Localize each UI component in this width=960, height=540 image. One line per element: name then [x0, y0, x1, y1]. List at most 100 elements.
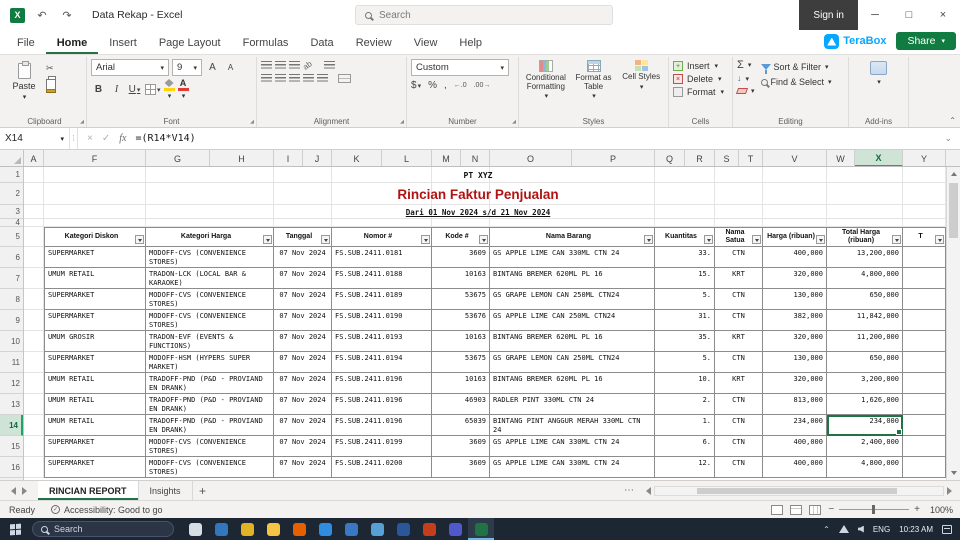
grid-cell[interactable]: 320,000 — [763, 268, 827, 289]
grid-cell[interactable]: FS.SUB.2411.0181 — [332, 247, 432, 268]
grid-cell[interactable] — [24, 227, 44, 247]
row-header-11[interactable]: 11 — [0, 352, 23, 373]
grid-cell[interactable]: MODOFF-CVS (CONVENIENCE STORES) — [146, 310, 274, 331]
increase-indent-button[interactable] — [317, 74, 328, 83]
grid-cell[interactable]: SUPERMARKET — [44, 289, 146, 310]
grid-cell[interactable]: 130,000 — [763, 289, 827, 310]
grid-cell[interactable]: 5. — [655, 289, 715, 310]
borders-button[interactable] — [145, 82, 161, 97]
grid-cell[interactable]: TRADON-LCK (LOCAL BAR & KARAOKE) — [146, 268, 274, 289]
grid-cell[interactable]: 07 Nov 2024 — [274, 310, 332, 331]
grid-cell[interactable]: TRADOFF-PND (P&D - PROVIAND EN DRANK) — [146, 415, 274, 436]
grid-cell[interactable] — [763, 167, 827, 183]
filter-button-tanggal[interactable] — [321, 235, 330, 244]
grid-cell[interactable]: 10163 — [432, 268, 490, 289]
column-header-V[interactable]: V — [763, 150, 827, 166]
grid-cell[interactable] — [44, 219, 146, 227]
grid-cell[interactable]: 4,800,000 — [827, 457, 903, 478]
grid-cell[interactable] — [715, 183, 763, 205]
grid-cell[interactable]: 10163 — [432, 331, 490, 352]
table-header-nomor[interactable]: Nomor # — [332, 227, 432, 247]
normal-view-button[interactable] — [771, 504, 784, 515]
grid-cell[interactable] — [24, 415, 44, 436]
grid-cell[interactable]: KRT — [715, 331, 763, 352]
grid-cell[interactable] — [24, 289, 44, 310]
vertical-scrollbar[interactable] — [946, 167, 960, 480]
column-header-O[interactable]: O — [490, 150, 572, 166]
grid-cell[interactable]: 4,800,000 — [827, 268, 903, 289]
sort-filter-button[interactable]: Sort & Filter — [760, 62, 832, 74]
grid-cell[interactable] — [763, 183, 827, 205]
grid-cell[interactable]: 07 Nov 2024 — [274, 352, 332, 373]
grid-cell[interactable]: 382,000 — [763, 310, 827, 331]
insert-function-button[interactable]: fx — [119, 133, 126, 144]
row-header-6[interactable]: 6 — [0, 247, 23, 268]
clipboard-dialog-launcher[interactable] — [80, 119, 84, 125]
grid-cell[interactable] — [655, 167, 715, 183]
wrap-text-button[interactable] — [323, 61, 335, 70]
grid-cell[interactable]: 15. — [655, 268, 715, 289]
grid-cell[interactable]: 2,400,000 — [827, 436, 903, 457]
grid-cell[interactable]: FS.SUB.2411.0196 — [332, 394, 432, 415]
terabox-button[interactable]: TeraBox — [824, 33, 886, 49]
redo-button[interactable]: ↷ — [59, 9, 75, 22]
grid-cell[interactable]: 3,200,000 — [827, 373, 903, 394]
column-header-M[interactable]: M — [432, 150, 461, 166]
formula-input[interactable]: =(R14*V14) — [135, 133, 944, 144]
scroll-down-button[interactable] — [947, 467, 960, 480]
insert-cells-button[interactable]: + Insert — [673, 61, 728, 71]
grid-cell[interactable]: TRADOFF-PND (P&D - PROVIAND EN DRANK) — [146, 373, 274, 394]
grid-cell[interactable]: FS.SUB.2411.0199 — [332, 436, 432, 457]
clock[interactable]: 10:23 AM — [899, 525, 933, 534]
table-header-tanggal[interactable]: Tanggal — [274, 227, 332, 247]
grid-cell[interactable]: FS.SUB.2411.0190 — [332, 310, 432, 331]
column-header-F[interactable]: F — [44, 150, 146, 166]
grid-cell[interactable]: UMUM RETAIL — [44, 268, 146, 289]
grid-cell[interactable]: 13,200,000 — [827, 247, 903, 268]
clear-button[interactable] — [735, 87, 755, 95]
filter-button-nomor[interactable] — [421, 235, 430, 244]
accounting-format-button[interactable]: $ — [411, 80, 421, 91]
grid-cell[interactable] — [332, 183, 432, 205]
cell-styles-button[interactable]: Cell Styles — [618, 60, 664, 115]
align-bottom-button[interactable] — [289, 61, 300, 70]
grid-cell[interactable]: SUPERMARKET — [44, 457, 146, 478]
grid-cell[interactable]: GS APPLE LIME CAN 330ML CTN 24 — [490, 457, 655, 478]
collapse-ribbon-button[interactable] — [949, 116, 956, 125]
table-header-nama-barang[interactable]: Nama Barang — [490, 227, 655, 247]
ribbon-tab-help[interactable]: Help — [448, 33, 493, 54]
grid-cell[interactable]: 6. — [655, 436, 715, 457]
column-header-H[interactable]: H — [210, 150, 274, 166]
fill-button[interactable] — [737, 74, 755, 83]
format-as-table-button[interactable]: Format as Table — [571, 60, 617, 115]
grid-cell[interactable]: UMUM RETAIL — [44, 373, 146, 394]
grid-cell[interactable]: CTN — [715, 352, 763, 373]
grid-cell[interactable]: 11,200,000 — [827, 331, 903, 352]
horizontal-scrollbar[interactable] — [654, 485, 944, 496]
underline-button[interactable]: U — [127, 82, 142, 97]
ribbon-tab-file[interactable]: File — [6, 33, 46, 54]
grid-cell[interactable]: CTN — [715, 415, 763, 436]
excel-icon[interactable] — [468, 518, 494, 540]
grid-cell[interactable] — [432, 167, 490, 183]
grid-cell[interactable] — [24, 268, 44, 289]
new-sheet-button[interactable]: + — [193, 481, 213, 500]
sign-in-button[interactable]: Sign in — [799, 0, 858, 30]
filter-button-harga-ribuan[interactable] — [816, 235, 825, 244]
taskbar-search[interactable]: Search — [32, 521, 174, 537]
grid-cell[interactable] — [903, 331, 946, 352]
grid-cell[interactable]: 07 Nov 2024 — [274, 415, 332, 436]
scroll-up-button[interactable] — [947, 167, 960, 180]
grid-cell[interactable]: GS APPLE LIME CAN 250ML CTN24 — [490, 310, 655, 331]
grid-cell[interactable] — [332, 167, 432, 183]
table-header-kategori-harga[interactable]: Kategori Harga — [146, 227, 274, 247]
table-header-kategori-diskon[interactable]: Kategori Diskon — [44, 227, 146, 247]
table-header-t[interactable]: T — [903, 227, 946, 247]
ribbon-tab-formulas[interactable]: Formulas — [232, 33, 300, 54]
align-right-button[interactable] — [289, 74, 300, 83]
grid-cell[interactable]: 3609 — [432, 457, 490, 478]
grid-cell[interactable] — [274, 167, 332, 183]
grid-cell[interactable]: 320,000 — [763, 331, 827, 352]
grid-cell[interactable] — [715, 205, 763, 219]
grid-cell[interactable] — [332, 219, 432, 227]
